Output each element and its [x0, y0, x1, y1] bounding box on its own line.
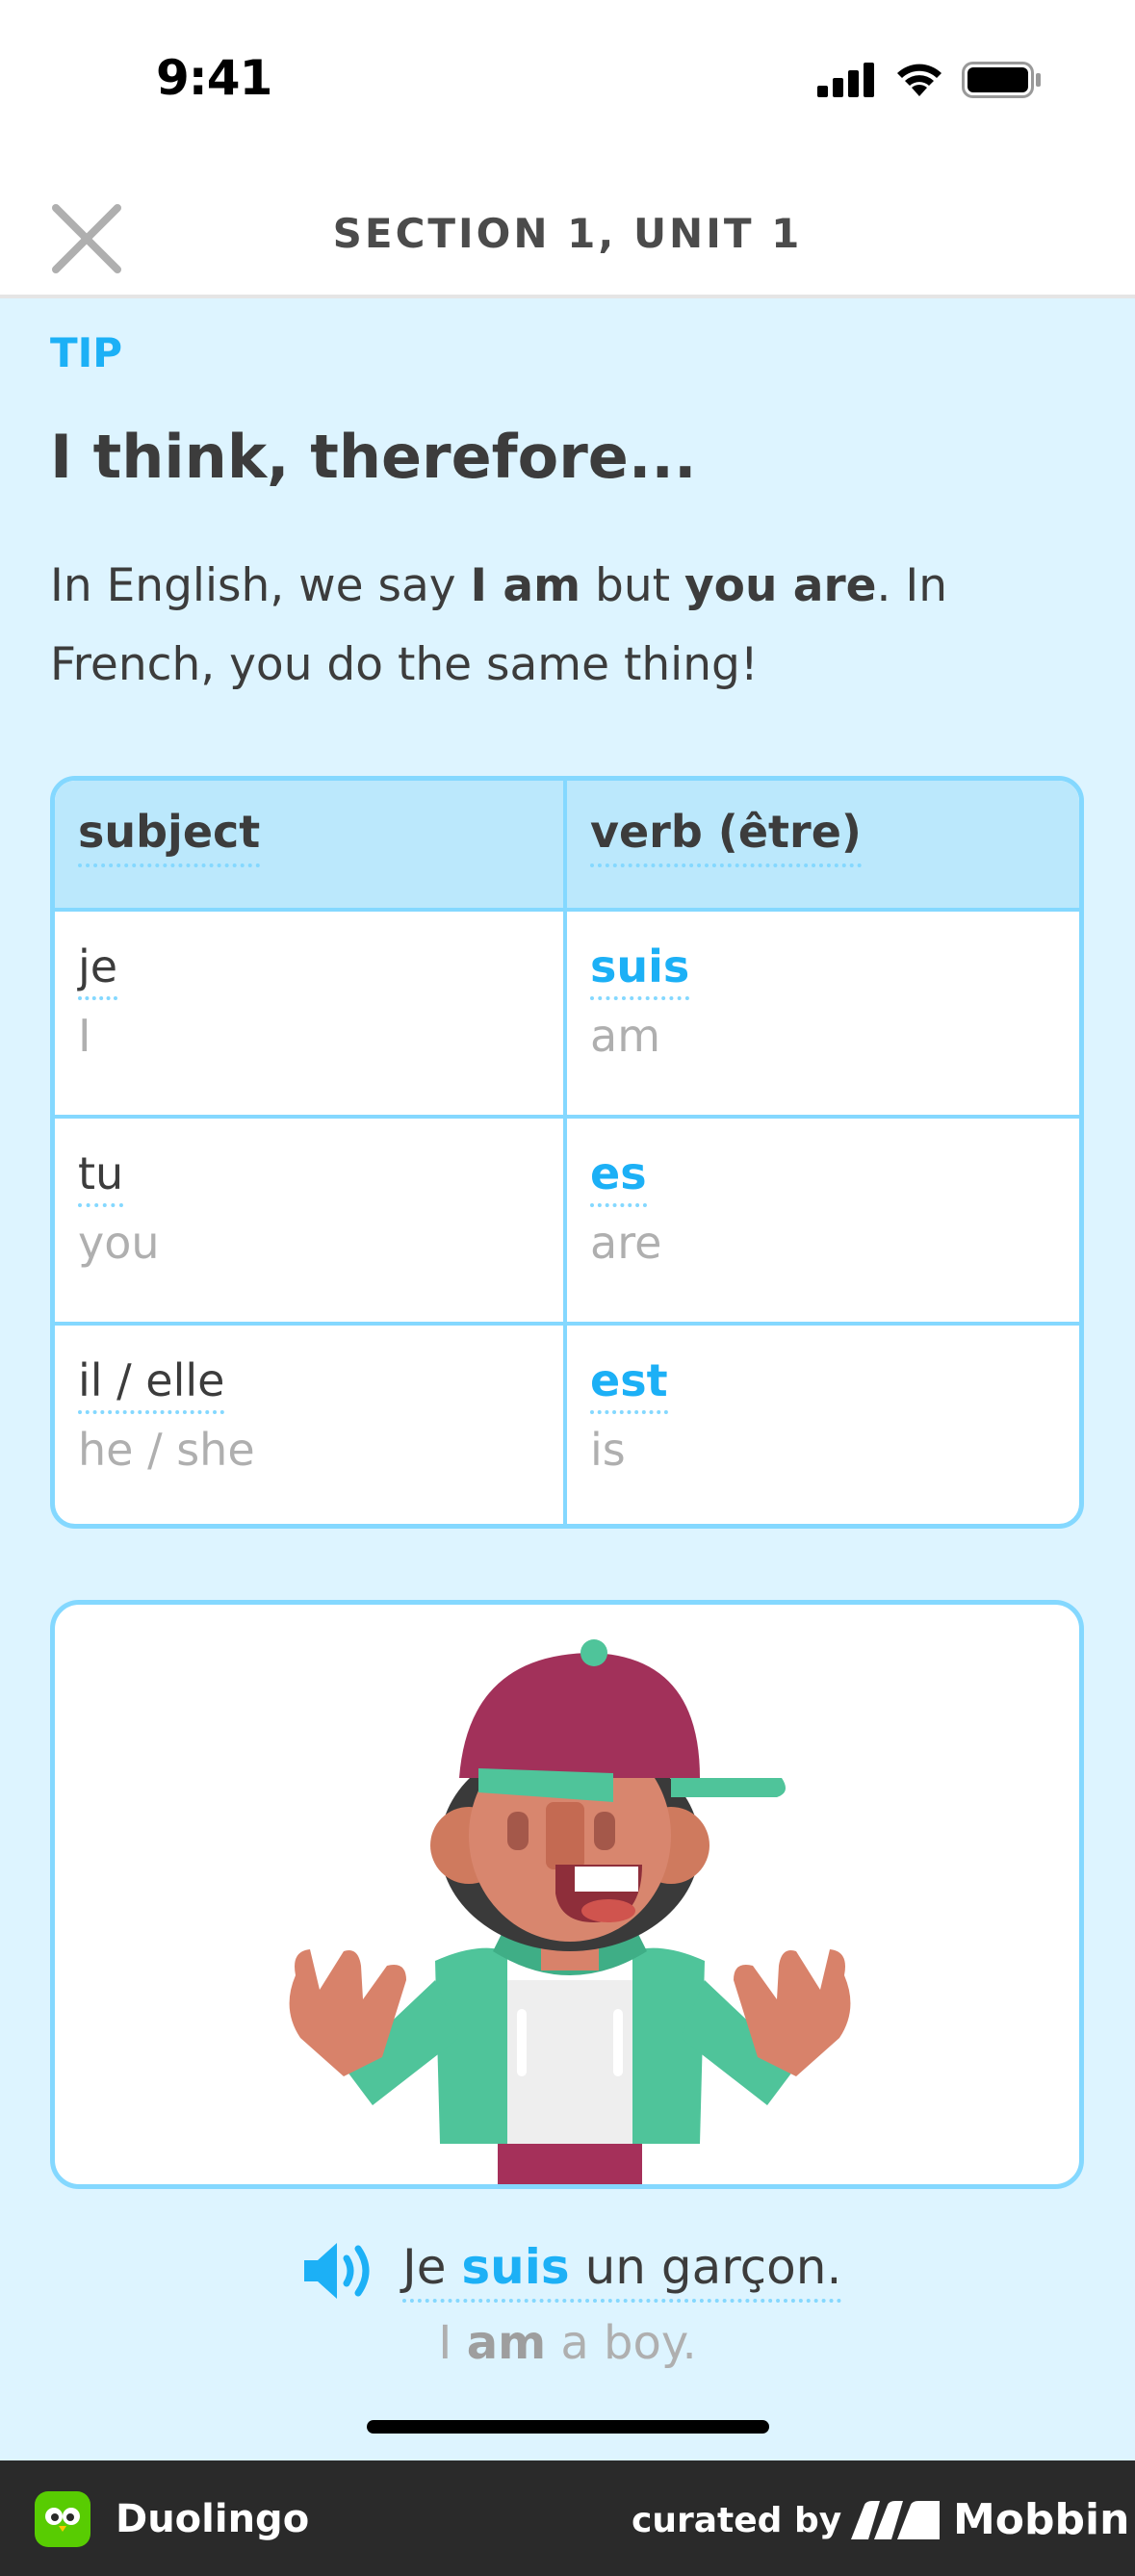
table-row: tu you es are — [55, 1119, 1079, 1326]
character-illustration — [50, 1600, 1084, 2189]
home-indicator[interactable] — [367, 2420, 769, 2434]
tip-heading: I think, therefore... — [50, 422, 697, 492]
header-subject[interactable]: subject — [78, 806, 261, 867]
translation-word: a boy. — [546, 2316, 697, 2370]
table-cell: est is — [567, 1326, 1079, 1524]
footer-bar: Duolingo curated by Mobbin — [0, 2460, 1135, 2576]
subject-word[interactable]: tu — [78, 1147, 124, 1207]
table-cell: es are — [567, 1119, 1079, 1322]
wifi-icon — [897, 64, 942, 96]
table-cell: il / elle he / she — [55, 1326, 567, 1524]
subject-translation: you — [78, 1217, 160, 1269]
translation-word: I — [438, 2316, 467, 2370]
play-audio-button[interactable] — [300, 2239, 377, 2303]
tip-body-text: In English, we say — [50, 559, 471, 612]
footer-app-name: Duolingo — [116, 2497, 310, 2541]
status-icons — [817, 62, 1043, 98]
subject-word[interactable]: je — [78, 940, 118, 1000]
boy-character-image — [289, 1639, 851, 2184]
verb-translation: am — [590, 1010, 660, 1062]
header-verb[interactable]: verb (être) — [590, 806, 862, 867]
header-title: SECTION 1, UNIT 1 — [332, 210, 803, 257]
subject-translation: he / she — [78, 1424, 255, 1476]
translation-bold-word: am — [466, 2316, 547, 2370]
verb-word[interactable]: suis — [590, 940, 690, 1000]
subject-word[interactable]: il / elle — [78, 1354, 225, 1414]
table-header-cell: verb (être) — [567, 781, 1079, 908]
verb-word[interactable]: es — [590, 1147, 647, 1207]
status-time: 9:41 — [156, 50, 272, 106]
tip-label: TIP — [50, 329, 123, 376]
lesson-header: SECTION 1, UNIT 1 — [0, 164, 1135, 298]
verb-translation: is — [590, 1424, 626, 1476]
status-bar: 9:41 — [0, 0, 1135, 164]
cellular-signal-icon — [817, 63, 874, 97]
table-cell: tu you — [55, 1119, 567, 1322]
table-cell: suis am — [567, 912, 1079, 1115]
table-row: je I suis am — [55, 912, 1079, 1119]
verb-translation: are — [590, 1217, 662, 1269]
example-english-translation: I am a boy. — [0, 2316, 1135, 2370]
tip-body-bold: you are — [684, 559, 877, 612]
table-cell: je I — [55, 912, 567, 1115]
tip-body-bold: I am — [470, 559, 581, 612]
table-header-cell: subject — [55, 781, 567, 908]
example-word: Je — [402, 2239, 462, 2295]
footer-brand-name: Mobbin — [953, 2495, 1130, 2544]
example-highlight-word: suis — [461, 2239, 570, 2295]
speaker-icon — [304, 2243, 370, 2299]
footer-curated-by: curated by — [632, 2501, 842, 2540]
table-header-row: subject verb (être) — [55, 781, 1079, 912]
mobbin-logo-icon — [851, 2501, 940, 2539]
example-word: un garçon. — [569, 2239, 842, 2295]
verb-word[interactable]: est — [590, 1354, 668, 1414]
duolingo-logo-icon — [35, 2491, 90, 2547]
subject-translation: I — [78, 1010, 91, 1062]
table-row: il / elle he / she est is — [55, 1326, 1079, 1524]
battery-icon — [962, 62, 1041, 98]
conjugation-table: subject verb (être) je I suis am tu you … — [50, 776, 1084, 1529]
tip-body-text: but — [580, 559, 685, 612]
example-french-sentence[interactable]: Je suis un garçon. — [402, 2239, 842, 2303]
tip-body: In English, we say I am but you are. In … — [50, 547, 1071, 705]
